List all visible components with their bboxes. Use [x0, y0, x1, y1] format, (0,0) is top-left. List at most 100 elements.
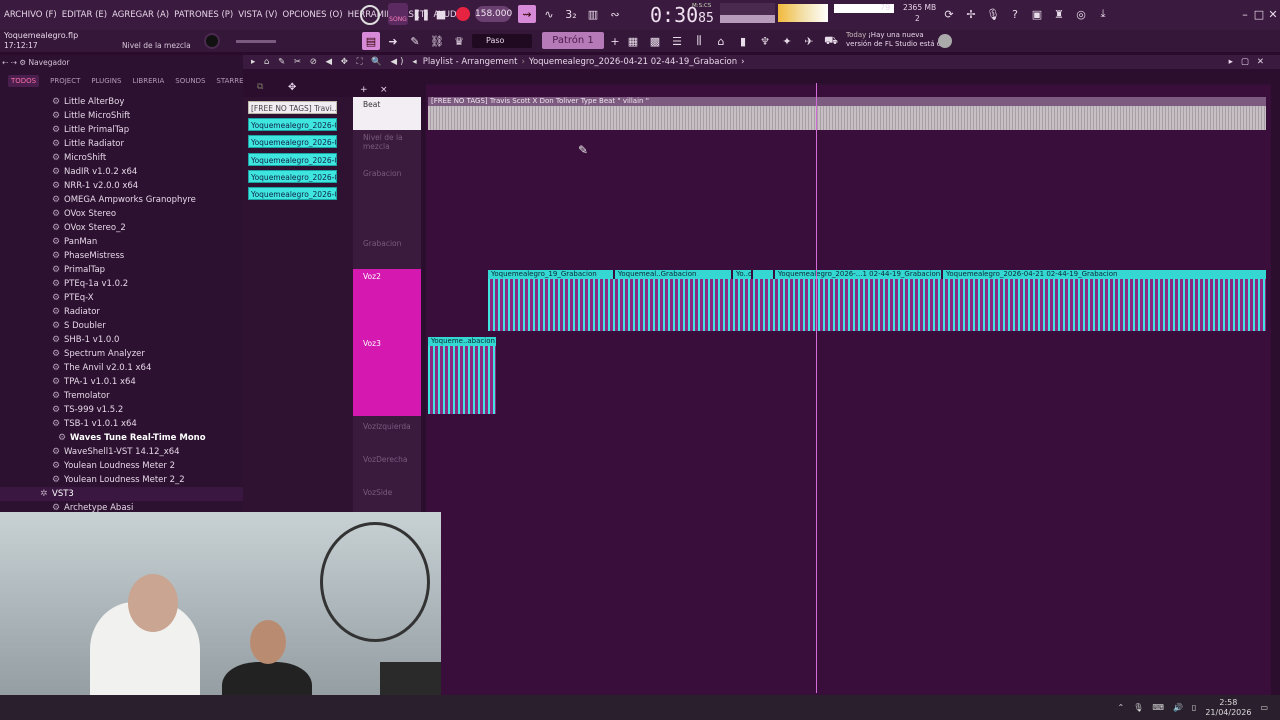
- clip-voz2-waveform[interactable]: [488, 279, 1266, 331]
- list-item[interactable]: ⚙ Little Radiator: [0, 137, 243, 151]
- menu-vista[interactable]: VISTA (V): [238, 10, 277, 20]
- clip-voz2-label[interactable]: Yoquemealegro_2026-04-21 02-44-19_Grabac…: [943, 270, 1266, 279]
- list-item-selected[interactable]: ⚙ Waves Tune Real-Time Mono: [0, 431, 243, 445]
- stop-button[interactable]: ■: [432, 5, 450, 23]
- clip-voz3-label[interactable]: Yoqueme..abacion: [428, 337, 496, 346]
- track-header-grabacion[interactable]: Grabacion: [353, 166, 421, 236]
- clip-beat-waveform[interactable]: [428, 106, 1266, 130]
- browser-view-icon[interactable]: ⌂: [712, 32, 730, 50]
- list-item[interactable]: ⚙ Tremolator: [0, 389, 243, 403]
- save-icon[interactable]: ▣: [1028, 5, 1046, 23]
- list-item[interactable]: ⚙ Youlean Loudness Meter 2: [0, 459, 243, 473]
- plugin-picker-icon[interactable]: ▮: [734, 32, 752, 50]
- track-header-beat[interactable]: Beat: [353, 97, 421, 130]
- blend-notes-icon[interactable]: ∾: [606, 5, 624, 23]
- playlist-tools-icon[interactable]: ▸ ⌂ ✎ ✂ ⊘ ◀ ✥ ⛶ 🔍 ◀): [251, 57, 406, 67]
- window-controls-icon[interactable]: ▸▢✕: [1229, 57, 1272, 67]
- track-header-mix[interactable]: Nivel de la mezcla: [353, 130, 421, 166]
- record-button[interactable]: [456, 7, 470, 21]
- list-item[interactable]: ⚙ TS-999 v1.5.2: [0, 403, 243, 417]
- remove-track-icon[interactable]: ×: [380, 85, 388, 95]
- menu-opciones[interactable]: OPCIONES (O): [282, 10, 342, 20]
- news-line-2[interactable]: versión de FL Studio está d..: [846, 40, 946, 48]
- metronome-dial-icon[interactable]: [360, 5, 380, 25]
- list-item[interactable]: ⚙ NadIR v1.0.2 x64: [0, 165, 243, 179]
- clip-source-item[interactable]: Yoquemealegro_2026-04..: [248, 153, 337, 166]
- song-mode-toggle[interactable]: SONG: [388, 3, 408, 25]
- arrow-right-icon[interactable]: ➜: [384, 32, 402, 50]
- list-item[interactable]: ⚙ NRR-1 v2.0.0 x64: [0, 179, 243, 193]
- master-volume-knob[interactable]: [204, 33, 220, 49]
- tempo-display[interactable]: 158.000: [475, 6, 512, 22]
- help-icon[interactable]: ?: [1006, 5, 1024, 23]
- channel-rack-view-icon[interactable]: ☰: [668, 32, 686, 50]
- playlist-view-icon[interactable]: ▤: [362, 32, 380, 50]
- close-icon[interactable]: ✕: [1264, 5, 1280, 23]
- touch-keyboard-icon[interactable]: ♆: [756, 32, 774, 50]
- track-header-grabacion-2[interactable]: Grabacion: [353, 236, 421, 269]
- snap-tool-icon[interactable]: ⇝: [518, 5, 536, 23]
- pattern-selector[interactable]: Patrón 1: [542, 32, 604, 49]
- mixer-icon[interactable]: ✢: [962, 5, 980, 23]
- menu-patrones[interactable]: PATRONES (P): [174, 10, 233, 20]
- tab-project[interactable]: PROJECT: [50, 77, 80, 85]
- tab-todos[interactable]: TODOS: [8, 75, 40, 87]
- chat-icon[interactable]: ◎: [1072, 5, 1090, 23]
- clip-voz2-label[interactable]: Yoquemeal..Grabacion: [615, 270, 731, 279]
- pencil-icon[interactable]: ✎: [406, 32, 424, 50]
- system-clock[interactable]: 2:58 21/04/2026: [1205, 698, 1251, 718]
- list-item[interactable]: ⚙ OVox Stereo_2: [0, 221, 243, 235]
- list-item[interactable]: ⚙ Radiator: [0, 305, 243, 319]
- mixer-view-icon[interactable]: ⫼: [690, 32, 708, 50]
- master-pitch-slider[interactable]: [236, 40, 276, 43]
- track-header-voz2[interactable]: Voz2: [353, 269, 421, 336]
- list-item[interactable]: ⚙ S Doubler: [0, 319, 243, 333]
- step-edit-icon[interactable]: ▥: [584, 5, 602, 23]
- list-item[interactable]: ⚙ Youlean Loudness Meter 2_2: [0, 473, 243, 487]
- wand-icon[interactable]: ✦: [778, 32, 796, 50]
- add-track-icon[interactable]: +: [360, 85, 368, 95]
- stamp-icon[interactable]: ♛: [450, 32, 468, 50]
- clip-voz2-label[interactable]: [753, 270, 773, 279]
- track-header-voz3[interactable]: Voz3: [353, 336, 421, 416]
- pause-icon[interactable]: ❚❚: [412, 5, 430, 23]
- list-item[interactable]: ⚙ Little AlterBoy: [0, 95, 243, 109]
- snap-selector[interactable]: Paso: [472, 34, 532, 48]
- clip-source-item[interactable]: Yoquemealegro_2026-04..: [248, 118, 337, 131]
- notification-icon[interactable]: ▭: [1260, 703, 1268, 712]
- list-item[interactable]: ⚙ OMEGA Ampworks Granophyre: [0, 193, 243, 207]
- arrow-left-icon[interactable]: ◂: [412, 57, 416, 67]
- list-item[interactable]: ⚙ TSB-1 v1.0.1 x64: [0, 417, 243, 431]
- download-icon[interactable]: ⤓: [1094, 5, 1112, 23]
- list-item[interactable]: ⚙ PhaseMistress: [0, 249, 243, 263]
- list-item[interactable]: ⚙ SHB-1 v1.0.0: [0, 333, 243, 347]
- tab-plugins[interactable]: PLUGINS: [91, 77, 121, 85]
- folder-vst3[interactable]: ✲ VST3: [0, 487, 243, 501]
- piano-roll-icon[interactable]: ▩: [646, 32, 664, 50]
- track-header-voz-derecha[interactable]: VozDerecha: [353, 452, 421, 485]
- clip-beat-label[interactable]: [FREE NO TAGS] Travis Scott X Don Tolive…: [428, 97, 1266, 106]
- breadcrumb[interactable]: Yoquemealegro_2026-04-21 02-44-19_Grabac…: [529, 57, 737, 67]
- loop-record-icon[interactable]: ∿: [540, 5, 558, 23]
- clip-source-item[interactable]: Yoquemealegro_2026-04..: [248, 170, 337, 183]
- list-item[interactable]: ⚙ Little MicroShift: [0, 109, 243, 123]
- list-item[interactable]: ⚙ PTEq-1a v1.0.2: [0, 277, 243, 291]
- tab-libreria[interactable]: LIBRERIA: [132, 77, 164, 85]
- menu-editar[interactable]: EDITAR (E): [62, 10, 107, 20]
- menu-archivo[interactable]: ARCHIVO (F): [4, 10, 57, 20]
- countdown-icon[interactable]: 3₂: [562, 5, 580, 23]
- microphone-icon[interactable]: 🎙: [984, 5, 1002, 23]
- refresh-icon[interactable]: ⟳: [940, 5, 958, 23]
- link-icon[interactable]: ⛓: [428, 32, 446, 50]
- battery-icon[interactable]: ▯: [1192, 703, 1196, 712]
- channel-rack-icon[interactable]: ♜: [1050, 5, 1068, 23]
- clip-source-item[interactable]: Yoquemealegro_2026-04..: [248, 135, 337, 148]
- clip-voz2-label[interactable]: Yoquemealegro_2026-...1 02-44-19_Grabaci…: [775, 270, 941, 279]
- list-item[interactable]: ⚙ Little PrimalTap: [0, 123, 243, 137]
- clip-voz2-label[interactable]: Yoquemealegro_19_Grabacion: [488, 270, 613, 279]
- plugin-database-icon[interactable]: ✈: [800, 32, 818, 50]
- list-item[interactable]: ⚙ OVox Stereo: [0, 207, 243, 221]
- list-item[interactable]: ⚙ WaveShell1-VST 14.12_x64: [0, 445, 243, 459]
- chevron-up-icon[interactable]: ⌃: [1118, 703, 1125, 712]
- arrangement-grid[interactable]: [FREE NO TAGS] Travis Scott X Don Tolive…: [426, 85, 1271, 695]
